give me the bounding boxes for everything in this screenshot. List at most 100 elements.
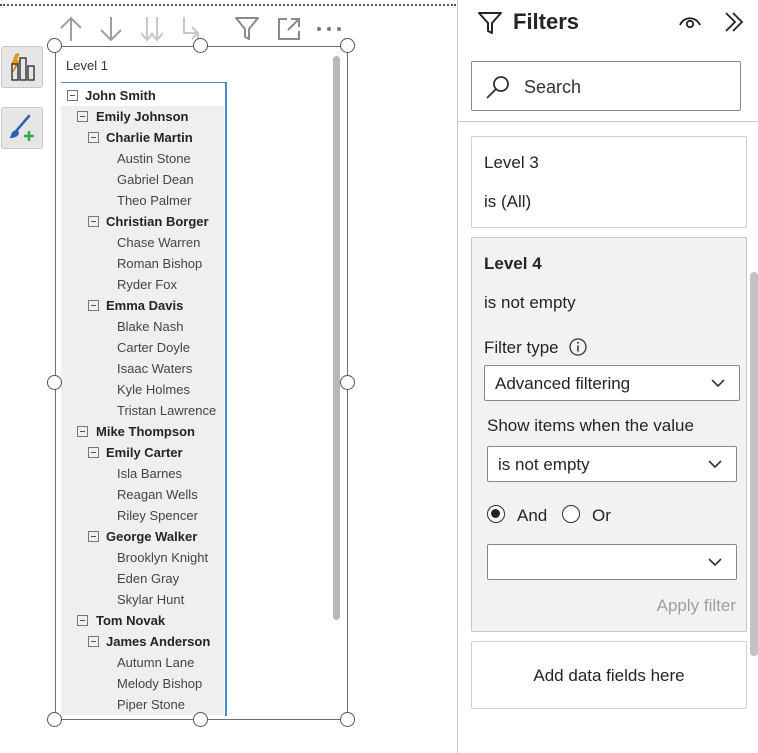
filters-title: Filters [513,9,580,34]
row-label: Blake Nash [117,319,184,334]
matrix-row[interactable]: George Walker [61,526,224,547]
matrix-row[interactable]: Skylar Hunt [61,589,224,610]
row-label: Christian Borger [106,214,209,229]
condition-operator-dropdown[interactable]: is not empty [487,446,737,482]
focus-mode-icon[interactable] [275,15,303,43]
collapse-minus-icon[interactable] [88,447,99,458]
filter-type-label: Filter type [484,338,559,357]
filter-state: is (All) [484,192,532,211]
collapse-minus-icon[interactable] [77,111,88,122]
format-visual-button[interactable] [1,107,43,149]
filters-pane-scrollbar[interactable] [750,272,758,656]
matrix-row[interactable]: Melody Bishop [61,673,224,694]
matrix-row[interactable]: Riley Spencer [61,505,224,526]
matrix-row[interactable]: Roman Bishop [61,253,224,274]
matrix-row[interactable]: Gabriel Dean [61,169,224,190]
second-condition-dropdown[interactable] [487,544,737,580]
row-label: Emily Johnson [96,109,189,124]
row-label: Piper Stone [117,697,185,712]
row-label: James Anderson [106,634,211,649]
filter-card-level3[interactable]: Level 3 is (All) [471,136,747,228]
row-label: Emma Davis [106,298,184,313]
pane-separator [458,121,758,122]
collapse-minus-icon[interactable] [88,216,99,227]
matrix-row[interactable]: Theo Palmer [61,190,224,211]
filters-pane: Filters Level 3 is (All) Level 4 is not … [457,0,758,753]
matrix-row[interactable]: Emily Johnson [61,106,224,127]
filter-card-level4[interactable]: Level 4 is not empty Filter type Advance… [471,237,747,632]
row-label: Tom Novak [96,613,166,628]
collapse-minus-icon[interactable] [77,615,88,626]
matrix-row[interactable]: Ryder Fox [61,274,224,295]
drill-down-icon[interactable] [98,15,124,43]
row-label: Gabriel Dean [117,172,194,187]
matrix-row[interactable]: Mike Thompson [61,421,224,442]
resize-handle-left[interactable] [47,375,62,390]
collapse-pane-icon[interactable] [722,11,746,38]
build-visual-button[interactable] [1,46,43,88]
show-items-label: Show items when the value [487,416,694,435]
collapse-minus-icon[interactable] [88,531,99,542]
row-label: Emily Carter [106,445,183,460]
row-label: Isaac Waters [117,361,193,376]
resize-handle-top[interactable] [193,38,208,53]
apply-filter-button[interactable]: Apply filter [657,596,736,616]
filter-search-box[interactable] [471,61,741,111]
matrix-row[interactable]: Isla Barnes [61,463,224,484]
collapse-minus-icon[interactable] [77,426,88,437]
matrix-row[interactable]: Brooklyn Knight [61,547,224,568]
matrix-row[interactable]: Emily Carter [61,442,224,463]
collapse-minus-icon[interactable] [67,90,78,101]
row-label: Chase Warren [117,235,201,250]
matrix-row[interactable]: Tom Novak [61,610,224,631]
column-resize-border[interactable] [225,82,227,716]
resize-handle-bottom-left[interactable] [47,712,62,727]
row-label: Kyle Holmes [117,382,190,397]
matrix-row[interactable]: Carter Doyle [61,337,224,358]
row-label: George Walker [106,529,198,544]
matrix-row[interactable]: Christian Borger [61,211,224,232]
search-input[interactable] [524,75,724,99]
row-label: Reagan Wells [117,487,198,502]
resize-handle-bottom-right[interactable] [340,712,355,727]
go-to-next-level-icon[interactable] [138,15,166,43]
matrix-row[interactable]: Blake Nash [61,316,224,337]
or-radio[interactable] [562,505,580,523]
row-label: Isla Barnes [117,466,183,481]
matrix-row[interactable]: Kyle Holmes [61,379,224,400]
visual-scrollbar[interactable] [333,56,340,620]
collapse-minus-icon[interactable] [88,300,99,311]
row-label: Charlie Martin [106,130,193,145]
add-data-fields-well[interactable]: Add data fields here [471,641,747,709]
matrix-row[interactable]: James Anderson [61,631,224,652]
resize-handle-right[interactable] [340,375,355,390]
row-label: Roman Bishop [117,256,203,271]
matrix-row[interactable]: Austin Stone [61,148,224,169]
matrix-row[interactable]: Eden Gray [61,568,224,589]
filter-icon[interactable] [233,15,261,43]
matrix-row[interactable]: John Smith [61,85,224,106]
resize-handle-top-left[interactable] [47,38,62,53]
filter-field-name: Level 3 [484,153,539,172]
matrix-row[interactable]: Autumn Lane [61,652,224,673]
filter-type-dropdown[interactable]: Advanced filtering [484,365,740,401]
row-label: Autumn Lane [117,655,195,670]
matrix-row[interactable]: Chase Warren [61,232,224,253]
row-label: Brooklyn Knight [117,550,209,565]
collapse-minus-icon[interactable] [88,132,99,143]
matrix-row[interactable]: Charlie Martin [61,127,224,148]
and-radio[interactable] [487,505,505,523]
matrix-visual: Level 1 John Smith Emily Johnson Charlie M… [61,52,227,716]
collapse-minus-icon[interactable] [88,636,99,647]
more-options-icon[interactable] [316,15,342,43]
resize-handle-top-right[interactable] [340,38,355,53]
eye-icon[interactable] [677,12,703,37]
row-label: Skylar Hunt [117,592,185,607]
matrix-row[interactable]: Emma Davis [61,295,224,316]
matrix-row[interactable]: Reagan Wells [61,484,224,505]
matrix-row[interactable]: Tristan Lawrence [61,400,224,421]
drill-up-icon[interactable] [58,15,84,43]
info-icon[interactable] [568,337,588,362]
matrix-row[interactable]: Isaac Waters [61,358,224,379]
resize-handle-bottom[interactable] [193,712,208,727]
